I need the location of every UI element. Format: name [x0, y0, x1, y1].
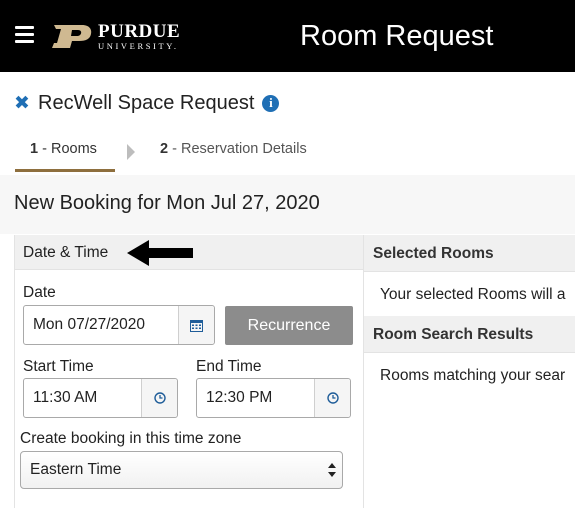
logo-name: PURDUE — [98, 20, 181, 42]
end-time-label: End Time — [196, 358, 262, 375]
clock-icon — [326, 392, 339, 404]
step-label: Rooms — [50, 141, 97, 157]
calendar-button[interactable] — [178, 306, 214, 344]
top-bar: PURDUE UNIVERSITY. Room Request — [0, 0, 575, 72]
purdue-logo[interactable]: PURDUE UNIVERSITY. — [50, 22, 180, 50]
booking-title: New Booking for Mon Jul 27, 2020 — [14, 192, 320, 214]
active-step-underline — [15, 169, 115, 172]
selected-rooms-body: Your selected Rooms will a — [364, 272, 575, 316]
timezone-value[interactable]: Eastern Time — [21, 461, 322, 479]
start-time-picker-button[interactable] — [141, 379, 177, 417]
wizard-steps: 1 - Rooms 2 - Reservation Details — [15, 134, 575, 174]
purdue-p-logo-icon — [52, 24, 92, 48]
start-time-label: Start Time — [23, 358, 94, 375]
selected-rooms-heading: Selected Rooms — [373, 245, 494, 262]
left-arrow-icon — [127, 240, 193, 266]
selected-rooms-header: Selected Rooms — [364, 235, 575, 272]
booking-header: New Booking for Mon Jul 27, 2020 — [0, 175, 575, 234]
step-label: Reservation Details — [180, 141, 307, 157]
date-label: Date — [23, 284, 56, 301]
selected-rooms-message: Your selected Rooms will a — [380, 286, 566, 303]
step-separator: - — [38, 141, 51, 157]
select-arrows-icon — [322, 463, 342, 477]
step-reservation-details[interactable]: 2 - Reservation Details — [160, 141, 307, 157]
date-field[interactable]: Mon 07/27/2020 — [23, 305, 215, 345]
step-number: 1 — [30, 141, 39, 157]
date-time-heading: Date & Time — [23, 244, 109, 261]
calendar-icon — [190, 319, 203, 332]
app-title: Room Request — [300, 20, 494, 52]
room-search-results-heading: Room Search Results — [373, 326, 534, 343]
start-time-value[interactable]: 11:30 AM — [24, 389, 141, 407]
start-time-field[interactable]: 11:30 AM — [23, 378, 178, 418]
step-number: 2 — [160, 141, 169, 157]
step-chevron-icon — [127, 144, 135, 160]
request-title: RecWell Space Request — [38, 91, 255, 114]
recurrence-button[interactable]: Recurrence — [225, 306, 353, 345]
logo-subtitle: UNIVERSITY. — [98, 40, 179, 51]
step-separator: - — [168, 141, 181, 157]
rooms-panel: Selected Rooms Your selected Rooms will … — [363, 235, 575, 508]
end-time-value[interactable]: 12:30 PM — [197, 389, 314, 407]
info-icon[interactable]: i — [262, 94, 280, 112]
date-time-panel: Date & Time Date Mon 07/27/2020 Recurren… — [14, 235, 363, 508]
step-rooms[interactable]: 1 - Rooms — [30, 141, 97, 157]
timezone-label: Create booking in this time zone — [20, 430, 242, 447]
room-search-results-body: Rooms matching your sear — [364, 353, 575, 397]
date-value[interactable]: Mon 07/27/2020 — [24, 316, 178, 334]
room-search-results-header: Room Search Results — [364, 316, 575, 353]
hamburger-menu-icon[interactable] — [15, 26, 34, 43]
timezone-select[interactable]: Eastern Time — [20, 451, 343, 489]
close-icon[interactable]: ✖ — [14, 94, 30, 113]
end-time-picker-button[interactable] — [314, 379, 350, 417]
date-time-header: Date & Time — [15, 235, 363, 270]
clock-icon — [153, 392, 166, 404]
request-header: ✖ RecWell Space Request i — [14, 90, 280, 116]
room-search-results-message: Rooms matching your sear — [380, 367, 566, 384]
end-time-field[interactable]: 12:30 PM — [196, 378, 351, 418]
